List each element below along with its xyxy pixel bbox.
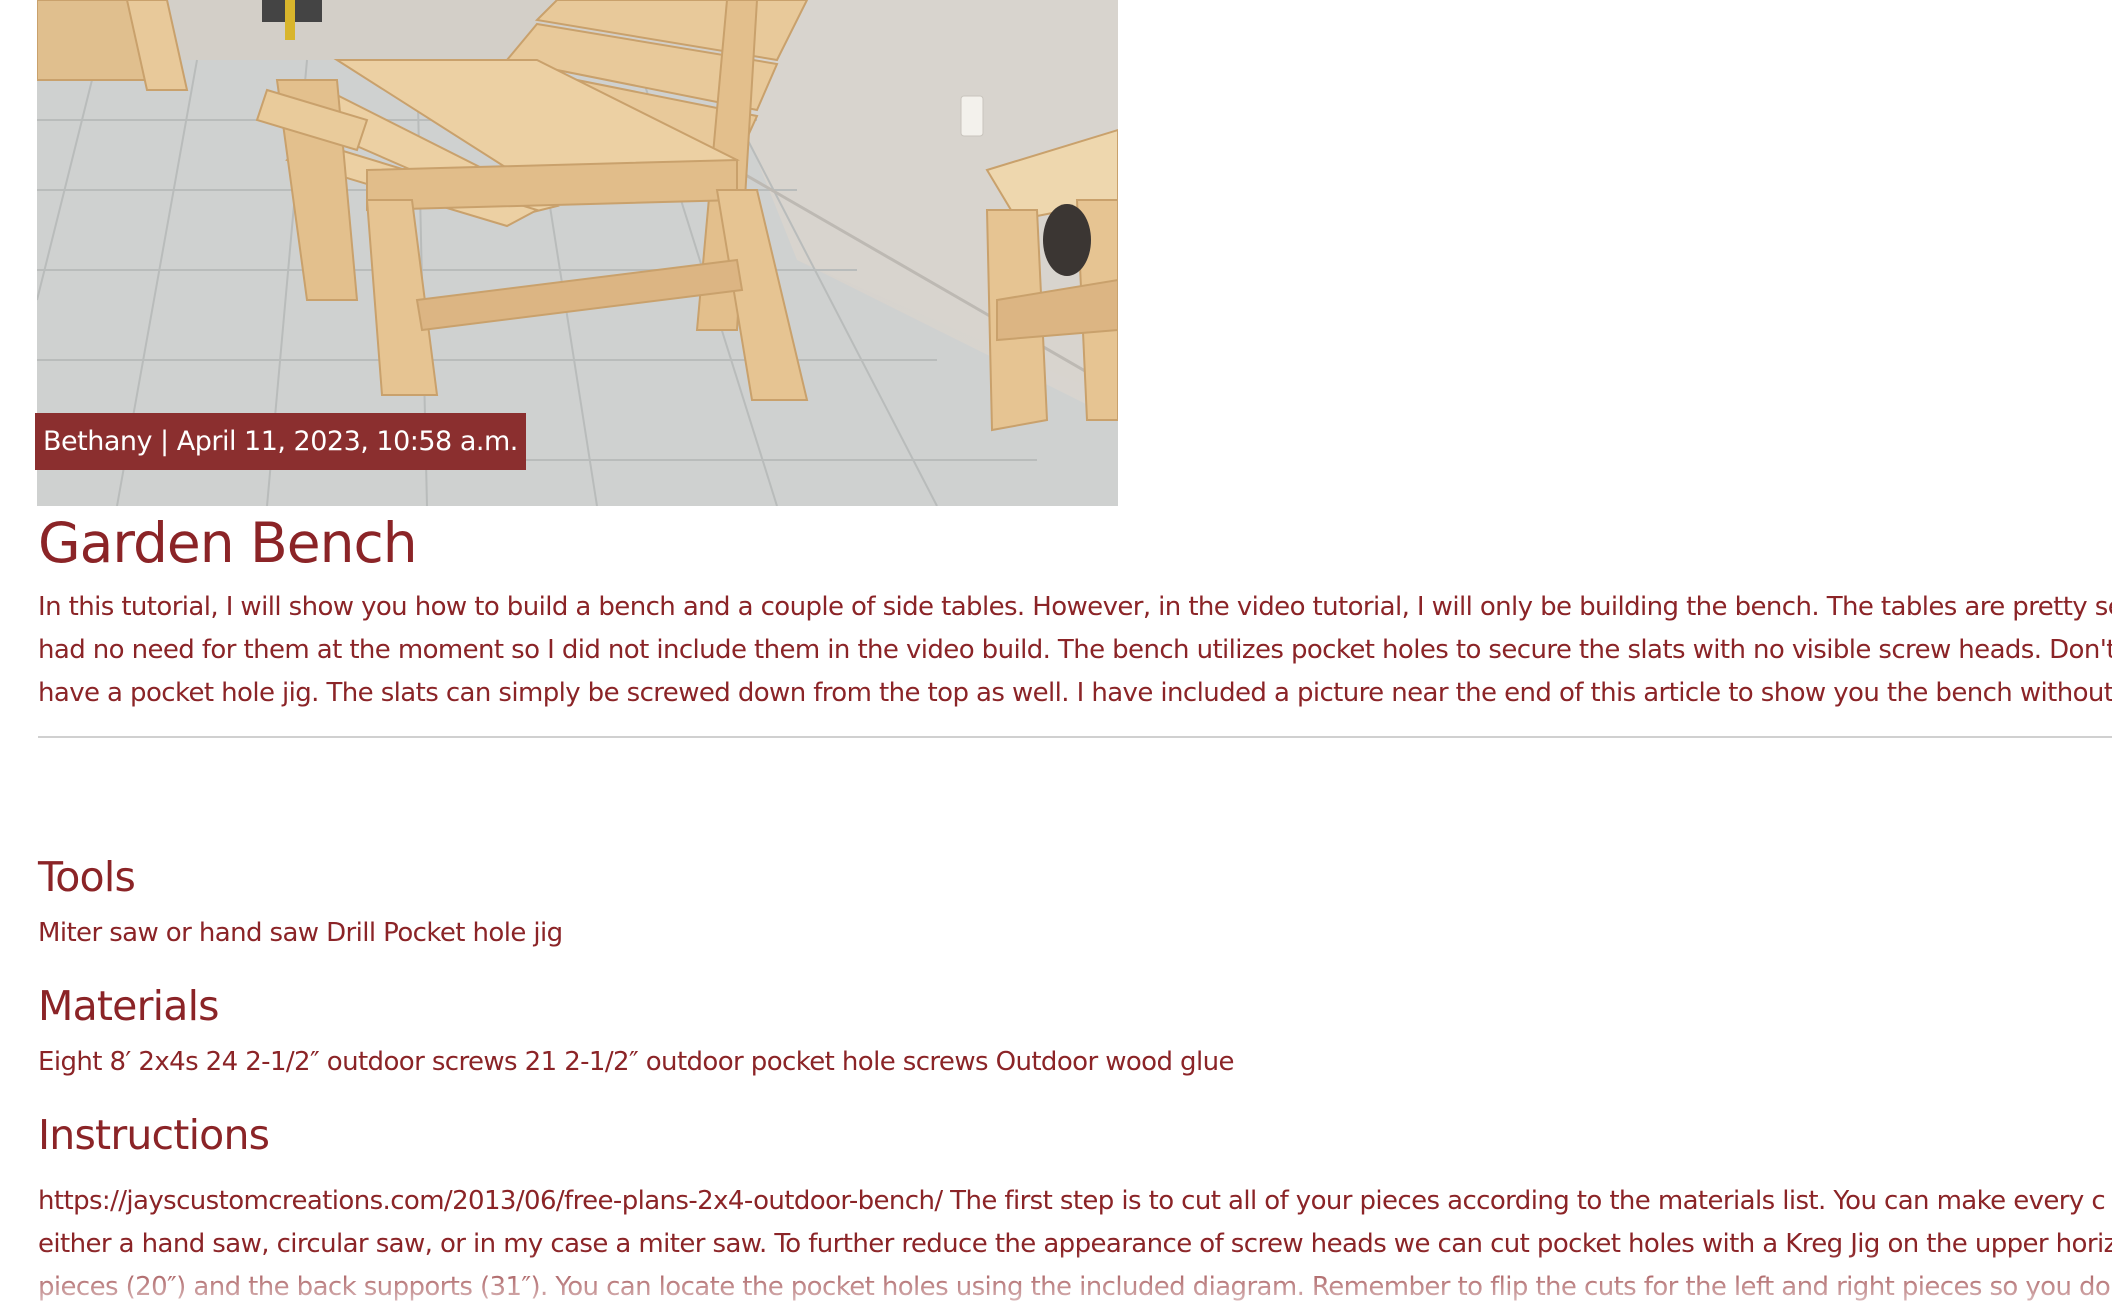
section-divider bbox=[38, 736, 2112, 738]
intro-paragraph: In this tutorial, I will show you how to… bbox=[38, 586, 2112, 715]
instructions-line: pieces (20″) and the back supports (31″)… bbox=[38, 1272, 2112, 1302]
instructions-paragraph: https://jayscustomcreations.com/2013/06/… bbox=[38, 1180, 2112, 1309]
instructions-line: https://jayscustomcreations.com/2013/06/… bbox=[38, 1186, 2106, 1216]
tools-heading: Tools bbox=[38, 853, 136, 901]
tools-text: Miter saw or hand saw Drill Pocket hole … bbox=[38, 918, 563, 948]
instructions-line: either a hand saw, circular saw, or in m… bbox=[38, 1229, 2112, 1259]
byline-badge: Bethany | April 11, 2023, 10:58 a.m. bbox=[35, 413, 526, 470]
intro-line: have a pocket hole jig. The slats can si… bbox=[38, 678, 2112, 708]
intro-line: In this tutorial, I will show you how to… bbox=[38, 592, 2112, 622]
materials-text: Eight 8′ 2x4s 24 2-1/2″ outdoor screws 2… bbox=[38, 1047, 1234, 1077]
article-body: Garden Bench In this tutorial, I will sh… bbox=[38, 506, 2112, 1309]
intro-line: had no need for them at the moment so I … bbox=[38, 635, 2112, 665]
materials-heading: Materials bbox=[38, 982, 220, 1030]
page-title: Garden Bench bbox=[38, 511, 418, 575]
instructions-heading: Instructions bbox=[38, 1111, 270, 1159]
